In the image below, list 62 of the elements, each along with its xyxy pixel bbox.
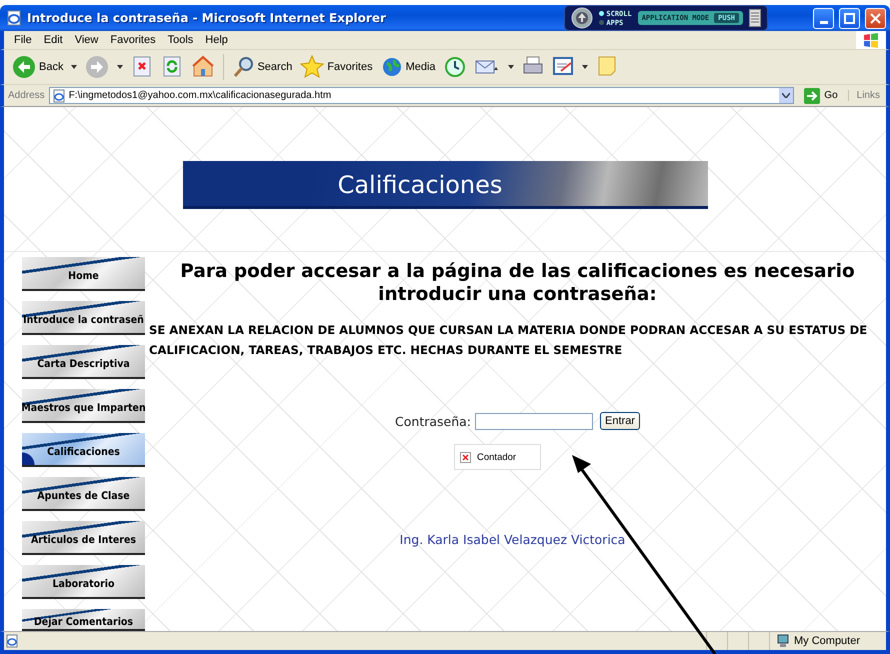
- address-label: Address: [8, 90, 45, 101]
- dropdown-button[interactable]: [779, 88, 794, 103]
- nav-button[interactable]: Laboratorio: [22, 565, 145, 599]
- computer-icon: [776, 634, 790, 648]
- page-banner: Calificaciones: [182, 161, 708, 209]
- page-heading: Para poder accesar a la página de las calificaciones es necesario introducir una contraseña:: [179, 260, 856, 306]
- menu-item[interactable]: Favorites: [104, 34, 162, 46]
- nav-button[interactable]: Maestros que Imparten: [22, 389, 145, 423]
- close-icon: [869, 12, 882, 24]
- stop-icon[interactable]: [131, 55, 154, 79]
- media-button[interactable]: Media: [380, 55, 436, 79]
- dropdown-caret-icon[interactable]: [508, 64, 514, 70]
- nav-button[interactable]: Dejar Comentarios: [22, 609, 145, 631]
- close-button[interactable]: [865, 8, 886, 28]
- back-button[interactable]: Back: [12, 55, 64, 79]
- notice-text: SE ANEXAN LA RELACION DE ALUMNOS QUE CURSAN LA MATERIA DONDE PODRAN ACCESAR A SU ESTATUS DE CALIFICACION, TAREAS, TRABAJOS ETC. HECHAS DURANTE EL SEMESTRE: [149, 322, 868, 359]
- go-button[interactable]: Go: [798, 88, 844, 104]
- mode-radio[interactable]: [599, 11, 604, 16]
- windows-flag-icon: [856, 31, 886, 49]
- dropdown-caret-icon[interactable]: [117, 64, 124, 70]
- nav-button[interactable]: Articulos de Interes: [22, 521, 145, 555]
- password-label: Contraseña:: [395, 414, 472, 428]
- menu-item[interactable]: View: [68, 34, 104, 46]
- search-button[interactable]: Search: [232, 55, 292, 79]
- nav-button[interactable]: Introduce la contraseñ: [22, 301, 145, 335]
- author-link[interactable]: Ing. Karla Isabel Velazquez Victorica: [400, 532, 626, 547]
- maximize-icon: [843, 12, 856, 24]
- security-zone: My Computer: [794, 635, 860, 647]
- page-icon: [52, 88, 66, 102]
- window-title: Introduce la contraseña - Microsoft Internet Explorer: [27, 11, 386, 25]
- broken-image: Contador: [454, 444, 541, 470]
- list-icon: [749, 9, 761, 27]
- menu-item[interactable]: Edit: [38, 34, 69, 46]
- nav-button[interactable]: Home: [22, 257, 145, 291]
- links-button[interactable]: Links: [848, 90, 882, 101]
- dropdown-caret-icon[interactable]: [582, 64, 588, 70]
- nav-button[interactable]: Apuntes de Clase: [22, 477, 145, 511]
- nav-button[interactable]: Carta Descriptiva: [22, 345, 145, 379]
- broken-image-icon: [460, 452, 471, 462]
- page-icon: [4, 634, 20, 648]
- minimize-button[interactable]: [813, 8, 834, 28]
- nav-button[interactable]: Calificaciones: [22, 433, 145, 467]
- password-field[interactable]: [475, 412, 594, 430]
- menu-item[interactable]: File: [8, 34, 38, 46]
- right-arrow-icon: [804, 88, 820, 104]
- maximize-button[interactable]: [839, 8, 860, 28]
- house-icon[interactable]: [191, 55, 216, 79]
- menu-item[interactable]: Help: [199, 34, 234, 46]
- enter-button[interactable]: Entrar: [600, 412, 640, 430]
- dropdown-caret-icon[interactable]: [71, 64, 78, 70]
- menu-item[interactable]: Tools: [162, 34, 200, 46]
- refresh-icon[interactable]: [161, 55, 184, 79]
- address-field[interactable]: F:\ingmetodos1@yahoo.com.mx\calificacionasegurada.htm: [48, 87, 794, 104]
- mode-radio[interactable]: [599, 20, 604, 25]
- clock-icon[interactable]: [444, 55, 466, 79]
- ie-page-icon: [6, 10, 22, 26]
- search-icon: [232, 55, 254, 79]
- minimize-icon: [820, 20, 828, 24]
- star-icon: [300, 55, 324, 79]
- chevron-down-icon: [782, 93, 790, 98]
- globe-icon: [380, 55, 403, 79]
- favorites-button[interactable]: Favorites: [300, 55, 373, 79]
